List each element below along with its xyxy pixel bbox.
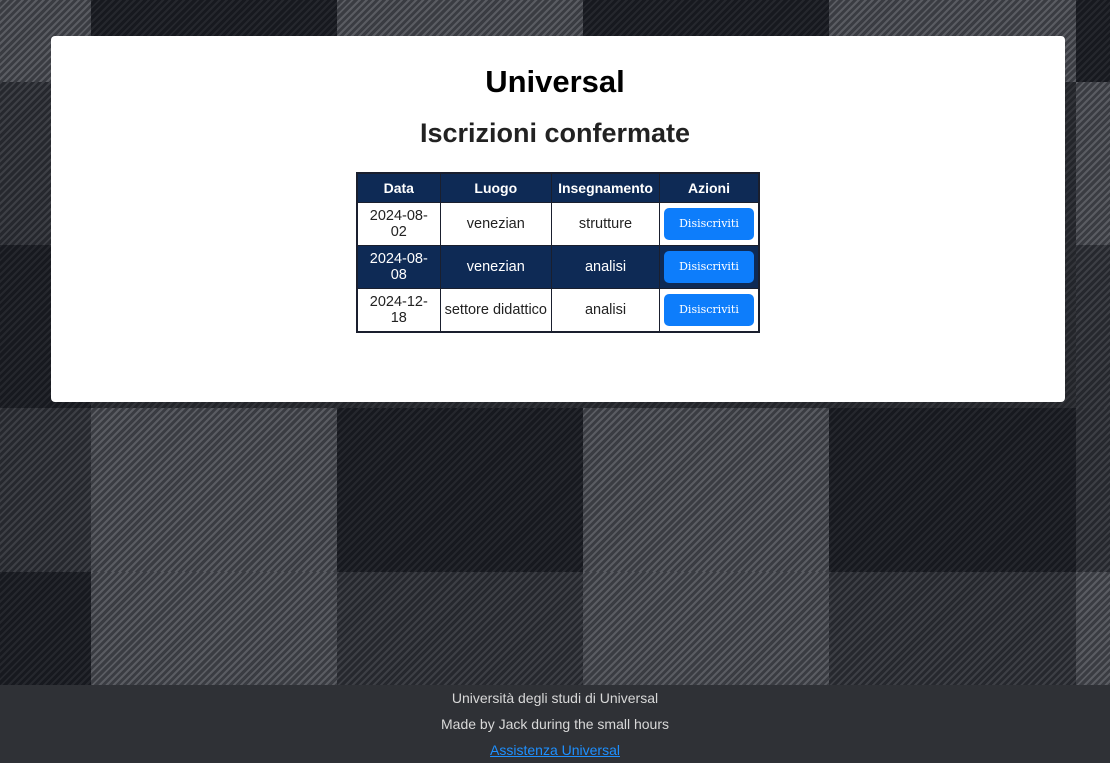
- footer-link-row: Assistenza Universal: [0, 742, 1110, 758]
- table-row: 2024-08-08 venezian analisi Disiscriviti: [356, 245, 760, 289]
- table-header-row: Data Luogo Insegnamento Azioni: [356, 172, 760, 203]
- site-title: Universal: [485, 64, 625, 99]
- cell-course: analisi: [551, 245, 660, 289]
- unsubscribe-button[interactable]: Disiscriviti: [664, 208, 754, 240]
- column-header-insegnamento: Insegnamento: [551, 172, 660, 203]
- table-row: 2024-08-02 venezian strutture Disiscrivi…: [356, 202, 760, 246]
- cell-course: analisi: [551, 288, 660, 333]
- column-header-luogo: Luogo: [439, 172, 553, 203]
- footer-university: Università degli studi di Universal: [451, 690, 659, 706]
- footer: Università degli studi di Universal Made…: [0, 685, 1110, 763]
- column-header-data: Data: [356, 172, 441, 203]
- cell-actions: Disiscriviti: [659, 245, 760, 289]
- cell-actions: Disiscriviti: [659, 288, 760, 333]
- cell-actions: Disiscriviti: [659, 202, 760, 246]
- unsubscribe-button[interactable]: Disiscriviti: [664, 251, 754, 283]
- footer-credits: Made by Jack during the small hours: [441, 716, 669, 732]
- enrollments-table: Data Luogo Insegnamento Azioni 2024-08-0…: [356, 172, 760, 333]
- column-header-azioni: Azioni: [659, 172, 760, 203]
- support-link[interactable]: Assistenza Universal: [490, 742, 620, 758]
- cell-date: 2024-08-02: [356, 202, 441, 246]
- cell-date: 2024-12-18: [356, 288, 441, 333]
- cell-date: 2024-08-08: [356, 245, 441, 289]
- table-row: 2024-12-18 settore didattico analisi Dis…: [356, 288, 760, 333]
- unsubscribe-button[interactable]: Disiscriviti: [664, 294, 754, 326]
- cell-location: settore didattico: [439, 288, 553, 333]
- enrollments-table-wrapper: Data Luogo Insegnamento Azioni 2024-08-0…: [356, 172, 760, 333]
- cell-location: venezian: [439, 202, 553, 246]
- cell-course: strutture: [551, 202, 660, 246]
- cell-location: venezian: [439, 245, 553, 289]
- page-title: Iscrizioni confermate: [419, 118, 691, 148]
